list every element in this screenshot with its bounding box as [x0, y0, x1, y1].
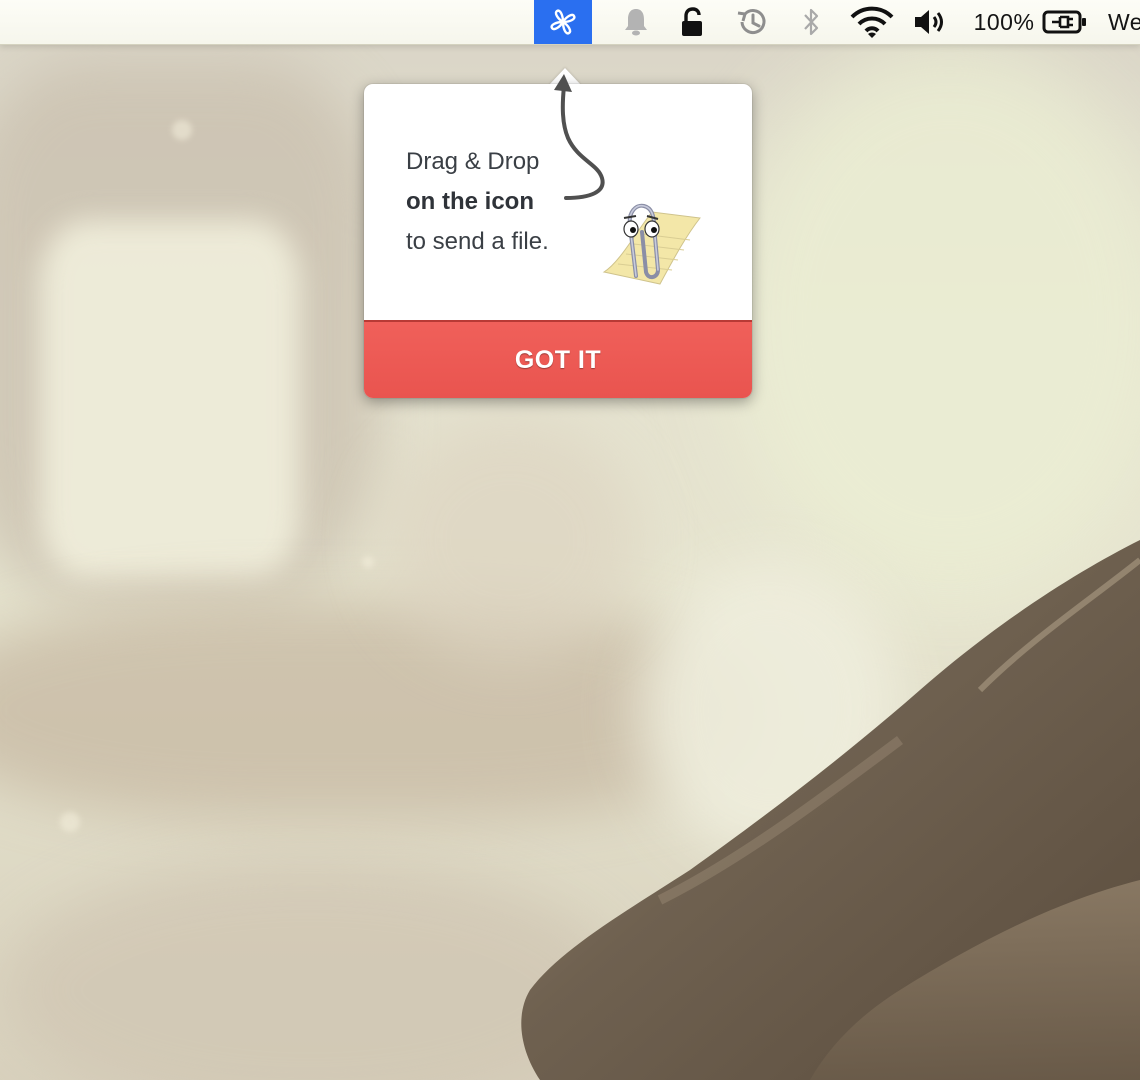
- got-it-button[interactable]: GOT IT: [364, 320, 752, 398]
- popover-line-3: to send a file.: [406, 228, 549, 255]
- curved-arrow-icon: [554, 74, 605, 200]
- pinwheel-icon[interactable]: [534, 0, 592, 44]
- clock-label: We: [1108, 8, 1140, 35]
- bluetooth-icon[interactable]: [796, 0, 826, 44]
- notification-bell-icon[interactable]: [616, 0, 656, 44]
- paperclip-assistant-icon: [602, 203, 701, 285]
- menu-bar: 100% We: [0, 0, 1140, 45]
- wifi-icon[interactable]: [846, 0, 898, 44]
- popover-line-2: on the icon: [406, 188, 534, 215]
- volume-icon[interactable]: [910, 0, 952, 44]
- battery-percentage-label: 100%: [973, 8, 1035, 35]
- clock[interactable]: We: [1108, 0, 1140, 44]
- popover-line-1: Drag & Drop: [406, 148, 540, 175]
- battery-percentage[interactable]: 100%: [968, 0, 1040, 44]
- battery-charging-icon[interactable]: [1040, 0, 1090, 44]
- time-machine-icon[interactable]: [730, 0, 774, 44]
- lock-icon[interactable]: [674, 0, 710, 44]
